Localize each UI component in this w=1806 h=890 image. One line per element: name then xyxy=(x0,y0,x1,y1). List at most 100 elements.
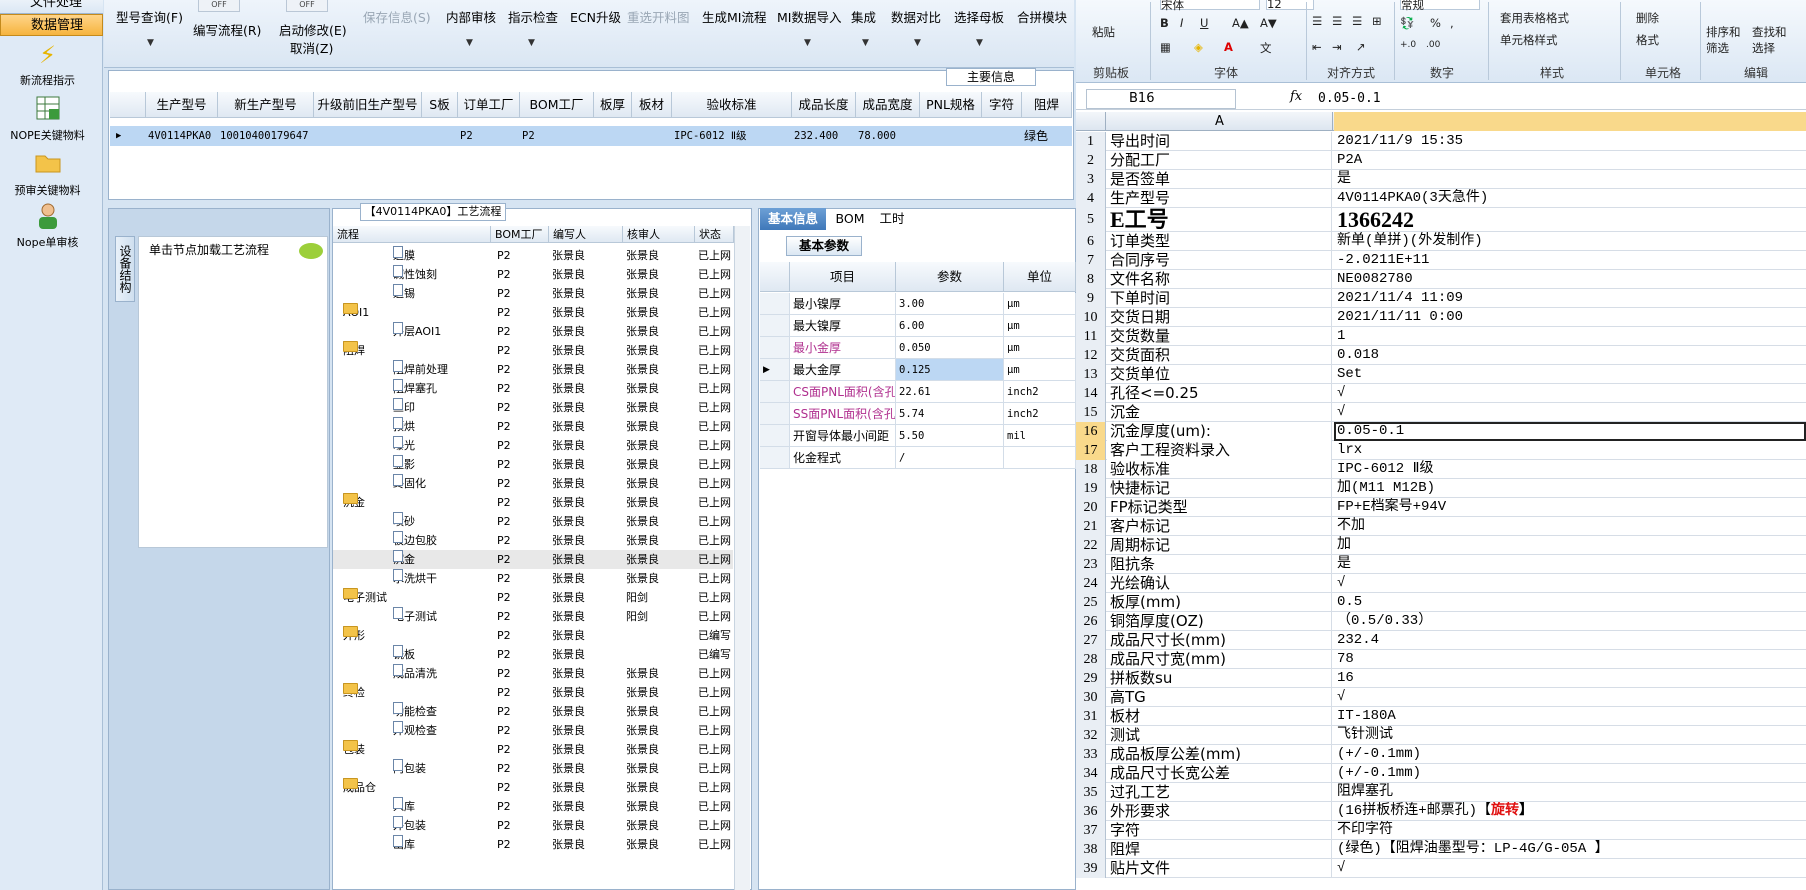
param-row[interactable]: CS面PNL面积(含孔) 22.61 inch2 xyxy=(760,381,1076,403)
tab-basic-params[interactable]: 基本参数 xyxy=(786,236,862,256)
row-number[interactable]: 31 xyxy=(1076,707,1106,726)
sheet-row[interactable]: 22 周期标记加 xyxy=(1076,536,1806,555)
write-flow-button[interactable]: 编写流程(R) xyxy=(193,20,261,39)
cell-width[interactable]: 78.000 xyxy=(858,126,896,146)
col-header[interactable]: 新生产型号 xyxy=(218,92,314,118)
internal-review-button[interactable]: 内部审核 xyxy=(446,7,496,26)
col-header[interactable]: 板厚 xyxy=(594,92,632,118)
flow-tree-row[interactable]: −成品仓P2张景良张景良已上网 xyxy=(333,778,733,797)
cell-b[interactable]: 0.05-0.1 xyxy=(1334,422,1806,441)
flow-col-header[interactable]: BOM工厂 xyxy=(491,226,549,243)
align-center-icon[interactable]: ☰ xyxy=(1332,14,1342,28)
merge-module-button[interactable]: 合拼模块 xyxy=(1017,7,1067,26)
row-number[interactable]: 27 xyxy=(1076,631,1106,650)
sheet-row[interactable]: 21 客户标记 不加 xyxy=(1076,517,1806,536)
decrease-decimal-icon[interactable]: .00 xyxy=(1426,40,1440,50)
select-all-corner[interactable] xyxy=(1076,112,1106,131)
cancel-button[interactable]: 取消(Z) xyxy=(290,38,333,57)
flow-tree-row[interactable]: −电子测试P2张景良阳剑已上网 xyxy=(333,588,733,607)
param-col-header[interactable]: 单位 xyxy=(1004,262,1076,292)
cell-b[interactable]: 1 xyxy=(1334,327,1806,346)
row-number[interactable]: 29 xyxy=(1076,669,1106,688)
flow-tree-row[interactable]: 丝印 P2 张景良 张景良 已上网 xyxy=(333,398,733,417)
sheet-row[interactable]: 26 铜箔厚度(OZ) （0.5/0.33） xyxy=(1076,612,1806,631)
tab-basic-info[interactable]: 基本信息 xyxy=(760,208,826,230)
cell-key[interactable]: 客户工程资料录入 xyxy=(1107,441,1332,460)
cell-key[interactable]: 交货日期 xyxy=(1107,308,1332,327)
sheet-row[interactable]: 24 光绘确认 √ xyxy=(1076,574,1806,593)
font-color-icon[interactable]: A xyxy=(1224,40,1233,54)
cell-key[interactable]: 验收标准 xyxy=(1107,460,1332,479)
cell-key[interactable]: 阻抗条 xyxy=(1107,555,1332,574)
sheet-row[interactable]: 4 生产型号 4V0114PKA0(3天急件) xyxy=(1076,189,1806,208)
row-number[interactable]: 25 xyxy=(1076,593,1106,612)
indent-decrease-icon[interactable]: ⇤ xyxy=(1312,40,1322,54)
cell-b[interactable]: 是 xyxy=(1334,555,1806,574)
row-number[interactable]: 12 xyxy=(1076,346,1106,365)
sheet-row[interactable]: 35 过孔工艺 阻焊塞孔 xyxy=(1076,783,1806,802)
cell-b[interactable]: 不印字符 xyxy=(1334,821,1806,840)
flow-tree-row[interactable]: 内包装 P2 张景良 张景良 已上网 xyxy=(333,759,733,778)
flow-tree-row[interactable]: 出库 P2 张景良 张景良 已上网 xyxy=(333,835,733,854)
cell-key[interactable]: 孔径<=0.25 xyxy=(1107,384,1332,403)
sheet-row[interactable]: 10 交货日期 2021/11/11 0:00 xyxy=(1076,308,1806,327)
toggle-off-2[interactable]: OFF xyxy=(286,0,328,12)
param-row[interactable]: 开窗导体最小间距 5.50 mil xyxy=(760,425,1076,447)
param-row[interactable]: 化金程式 / xyxy=(760,447,1076,469)
column-a-header[interactable]: A xyxy=(1107,112,1333,131)
cell-key[interactable]: 测试 xyxy=(1107,726,1332,745)
mi-data-import-button[interactable]: MI数据导入 xyxy=(777,7,841,26)
row-number[interactable]: 26 xyxy=(1076,612,1106,631)
row-number[interactable]: 34 xyxy=(1076,764,1106,783)
sheet-row[interactable]: 32 测试 飞针测试 xyxy=(1076,726,1806,745)
cell-b[interactable]: FP+E档案号+94V xyxy=(1334,498,1806,517)
cell-b[interactable]: 2021/11/11 0:00 xyxy=(1334,308,1806,327)
sheet-row[interactable]: 3 是否签单是 xyxy=(1076,170,1806,189)
param-row[interactable]: 最小镍厚 3.00 μm xyxy=(760,293,1076,315)
sheet-row[interactable]: 1 导出时间 2021/11/9 15:35 xyxy=(1076,132,1806,151)
flow-tree-row[interactable]: 退膜 P2 张景良 张景良 已上网 xyxy=(333,246,733,265)
row-number[interactable]: 23 xyxy=(1076,555,1106,574)
row-number[interactable]: 35 xyxy=(1076,783,1106,802)
sheet-row[interactable]: 7 合同序号 -2.0211E+11 xyxy=(1076,251,1806,270)
cell-b[interactable]: 2021/11/4 11:09 xyxy=(1334,289,1806,308)
flow-tree-row[interactable]: 沉金 P2 张景良 张景良 已上网 xyxy=(333,550,733,569)
chevron-down-icon[interactable]: ▼ xyxy=(976,38,983,48)
row-number[interactable]: 20 xyxy=(1076,498,1106,517)
param-value[interactable]: / xyxy=(896,447,1004,469)
row-number[interactable]: 19 xyxy=(1076,479,1106,498)
cell-length[interactable]: 232.400 xyxy=(794,126,838,146)
row-number[interactable]: 36 xyxy=(1076,802,1106,821)
cell-b[interactable]: Set xyxy=(1334,365,1806,384)
cell-key[interactable]: 成品尺寸长宽公差 xyxy=(1107,764,1332,783)
row-number[interactable]: 6 xyxy=(1076,232,1106,251)
flow-tree-row[interactable]: 功能检查 P2 张景良 张景良 已上网 xyxy=(333,702,733,721)
param-value[interactable]: 22.61 xyxy=(896,381,1004,403)
cell-b[interactable]: (绿色)【阻焊油墨型号：LP-4G/G-05A 】 xyxy=(1334,840,1806,859)
percent-button[interactable]: % xyxy=(1430,16,1441,30)
col-header[interactable]: BOM工厂 xyxy=(520,92,594,118)
sheet-row[interactable]: 18 验收标准 IPC-6012 Ⅱ级 xyxy=(1076,460,1806,479)
comma-button[interactable]: , xyxy=(1450,16,1454,30)
cell-b[interactable]: 78 xyxy=(1334,650,1806,669)
flow-tree-row[interactable]: −阻焊P2张景良张景良已上网 xyxy=(333,341,733,360)
flow-col-header[interactable]: 状态 xyxy=(695,226,734,243)
cell-b[interactable]: 0.018 xyxy=(1334,346,1806,365)
flow-tree-row[interactable]: −AOI1P2张景良张景良已上网 xyxy=(333,303,733,322)
cell-key[interactable]: 成品尺寸长(mm) xyxy=(1107,631,1332,650)
sheet-row[interactable]: 8 文件名称 NE0082780 xyxy=(1076,270,1806,289)
cell-key[interactable]: E工号 xyxy=(1107,208,1332,232)
tab-work-hours[interactable]: 工时 xyxy=(872,208,912,230)
flow-tree-row[interactable]: 外观检查 P2 张景良 张景良 已上网 xyxy=(333,721,733,740)
cell-key[interactable]: 板材 xyxy=(1107,707,1332,726)
fill-color-icon[interactable]: ◈ xyxy=(1194,40,1203,54)
sheet-row[interactable]: 30 高TG √ xyxy=(1076,688,1806,707)
chevron-down-icon[interactable]: ▼ xyxy=(914,38,921,48)
cell-standard[interactable]: IPC-6012 Ⅱ级 xyxy=(674,126,747,146)
param-row[interactable]: ▶ 最大金厚 0.125 μm xyxy=(760,359,1076,381)
flow-tree-row[interactable]: 终固化 P2 张景良 张景良 已上网 xyxy=(333,474,733,493)
align-left-icon[interactable]: ☰ xyxy=(1312,14,1322,28)
cell-key[interactable]: 成品板厚公差(mm) xyxy=(1107,745,1332,764)
cell-key[interactable]: 订单类型 xyxy=(1107,232,1332,251)
ecn-upgrade-button[interactable]: ECN升级 xyxy=(570,7,621,26)
